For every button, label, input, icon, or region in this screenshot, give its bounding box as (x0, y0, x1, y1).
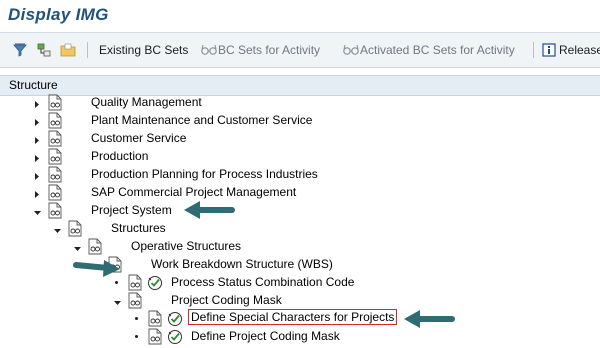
execute-activity-icon[interactable] (167, 329, 183, 348)
tree-row[interactable]: Structures (0, 220, 600, 238)
expand-node-icon[interactable] (33, 188, 41, 198)
existing-bc-sets-label: Existing BC Sets (99, 43, 189, 57)
documentation-icon[interactable] (47, 148, 63, 168)
documentation-icon[interactable] (67, 220, 83, 240)
glasses-icon (201, 44, 217, 55)
tree-node-label[interactable]: Project System (91, 203, 172, 217)
documentation-icon[interactable] (147, 310, 163, 330)
documentation-icon[interactable] (47, 166, 63, 186)
collapse-node-icon[interactable] (93, 260, 101, 269)
collapse-node-icon[interactable] (53, 224, 61, 233)
collapse-node-icon[interactable] (33, 206, 41, 215)
documentation-icon[interactable] (107, 256, 123, 276)
structure-icon[interactable] (36, 33, 52, 67)
tree-row[interactable]: Project System (0, 202, 600, 220)
collapse-node-icon[interactable] (113, 296, 121, 305)
tree-node-label[interactable]: Customer Service (91, 131, 186, 145)
folder-icon[interactable] (60, 33, 76, 67)
tree-node-label[interactable]: Plant Maintenance and Customer Service (91, 113, 312, 127)
tree-row[interactable]: Process Status Combination Code (0, 274, 600, 292)
expand-node-icon[interactable] (33, 152, 41, 162)
expand-node-icon[interactable] (33, 116, 41, 126)
documentation-icon[interactable] (127, 274, 143, 294)
tree-node-label[interactable]: SAP Commercial Project Management (91, 185, 296, 199)
existing-bc-sets-button[interactable]: Existing BC Sets (99, 33, 188, 67)
glasses-icon (343, 44, 359, 55)
documentation-icon[interactable] (47, 94, 63, 114)
tree-header: Structure (0, 75, 600, 96)
activated-bc-sets-button[interactable]: Activated BC Sets for Activity (342, 33, 515, 67)
title-bar: Display IMG (0, 0, 600, 33)
bc-sets-for-activity-label: BC Sets for Activity (218, 43, 321, 57)
tree-node-label[interactable]: Structures (111, 221, 166, 235)
tree-row[interactable]: SAP Commercial Project Management (0, 184, 600, 202)
page-title: Display IMG (8, 5, 109, 24)
collapse-node-icon[interactable] (73, 242, 81, 251)
tree-row[interactable]: Define Special Characters for Projects (0, 309, 600, 330)
documentation-icon[interactable] (87, 238, 103, 258)
bc-sets-for-activity-button[interactable]: BC Sets for Activity (200, 33, 320, 67)
toolbar: Existing BC Sets BC Sets for Activity Ac… (0, 33, 600, 68)
tree-row[interactable]: Work Breakdown Structure (WBS) (0, 256, 600, 274)
documentation-icon[interactable] (47, 112, 63, 132)
toolbar-separator (533, 42, 534, 58)
documentation-icon[interactable] (147, 328, 163, 348)
toolbar-separator (87, 42, 88, 58)
tree-node-label[interactable]: Operative Structures (131, 239, 241, 253)
tree-row[interactable]: Plant Maintenance and Customer Service (0, 112, 600, 130)
tree-node-label[interactable]: Project Coding Mask (171, 293, 282, 307)
tree-node-label[interactable]: Production (91, 149, 148, 163)
documentation-icon[interactable] (47, 130, 63, 150)
tree-node-label[interactable]: Define Special Characters for Projects (187, 309, 398, 325)
tree-row[interactable]: Operative Structures (0, 238, 600, 256)
tree-row[interactable]: Project Coding Mask (0, 292, 600, 310)
leaf-bullet (135, 335, 138, 338)
expand-node-icon[interactable] (33, 170, 41, 180)
tree-node-label[interactable]: Work Breakdown Structure (WBS) (151, 257, 333, 271)
documentation-icon[interactable] (47, 184, 63, 204)
documentation-icon[interactable] (47, 202, 63, 222)
activated-bc-sets-label: Activated BC Sets for Activity (360, 43, 515, 57)
tree-row[interactable]: Customer Service (0, 130, 600, 148)
tree-node-label[interactable]: Production Planning for Process Industri… (91, 167, 318, 181)
tree-row[interactable]: Production Planning for Process Industri… (0, 166, 600, 184)
tree-node-label[interactable]: Process Status Combination Code (171, 275, 354, 289)
tree-row[interactable]: Quality Management (0, 94, 600, 112)
tree-node-label[interactable]: Define Project Coding Mask (191, 329, 340, 343)
tree-row[interactable]: Define Project Coding Mask (0, 328, 600, 346)
tree-node-label[interactable]: Quality Management (91, 95, 202, 109)
expand-node-icon[interactable] (33, 134, 41, 144)
img-structure-tree: Structure Quality Management Plant Mainte… (0, 68, 600, 346)
leaf-bullet (135, 317, 138, 320)
documentation-icon[interactable] (127, 292, 143, 312)
info-icon (542, 43, 556, 57)
tree-row[interactable]: Production (0, 148, 600, 166)
expand-node-icon[interactable] (33, 98, 41, 108)
filter-icon[interactable] (12, 33, 28, 67)
release-label: Release (559, 43, 600, 57)
tree-header-label: Structure (9, 78, 58, 92)
release-button[interactable]: Release (542, 33, 600, 67)
leaf-bullet (115, 281, 118, 284)
